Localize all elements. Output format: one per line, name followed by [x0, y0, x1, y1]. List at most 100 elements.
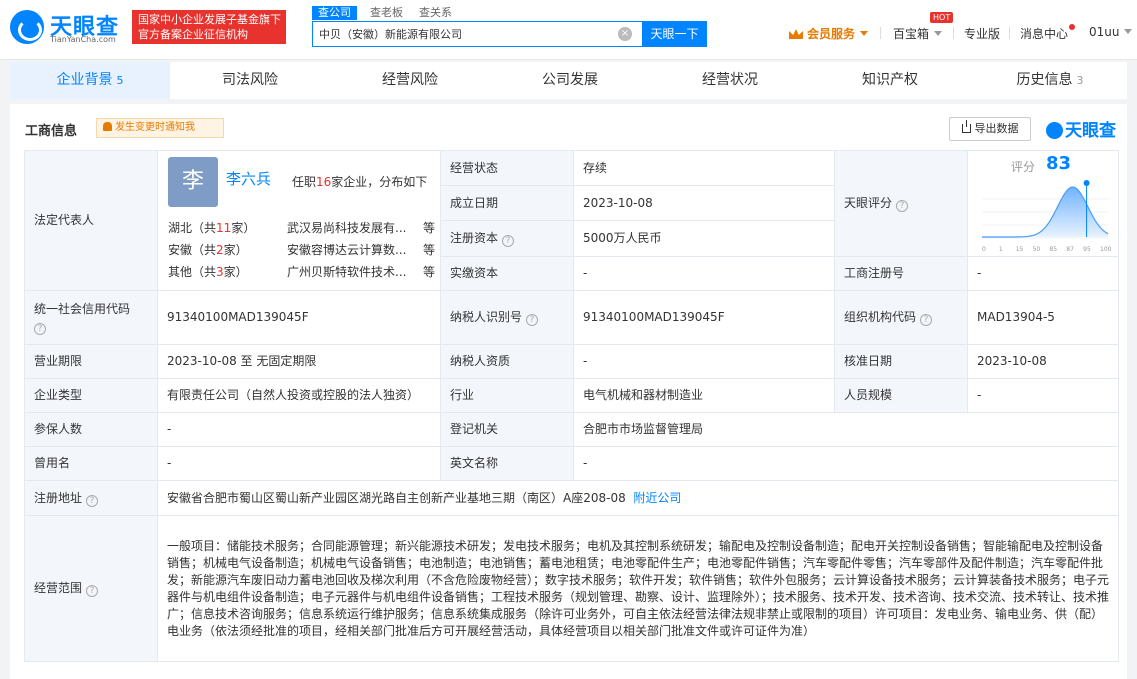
tab-background[interactable]: 企业背景 5: [10, 62, 170, 99]
table-row: 注册地址? 安徽省合肥市蜀山区蜀山新产业园区湖光路自主创新产业基地三期（南区）A…: [24, 480, 1119, 516]
region-company-link[interactable]: 广州贝斯特软件技术...: [287, 264, 412, 281]
notify-change-button[interactable]: 发生变更时通知我: [96, 118, 224, 138]
tab-legal-risk[interactable]: 司法风险: [170, 62, 330, 99]
region-count: 3: [216, 265, 224, 279]
section-title: 工商信息: [25, 124, 78, 139]
legal-rep-summary: 任职16家企业，分布如下: [292, 174, 427, 191]
tab-business-risk[interactable]: 经营风险: [330, 62, 490, 99]
vip-service-menu[interactable]: 会员服务: [789, 25, 869, 42]
tab-label: 历史信息: [1016, 72, 1073, 88]
address-value: 安徽省合肥市蜀山区蜀山新产业园区湖光路自主创新产业基地三期（南区）A座208-0…: [167, 490, 626, 505]
help-icon[interactable]: ?: [86, 494, 99, 507]
top-header: 天眼查 TianYanCha.com 国家中小企业发展子基金旗下 官方备案企业征…: [0, 0, 1137, 60]
authority-label-cell: 登记机关: [440, 412, 574, 447]
region-row: 湖北（共11家）: [168, 220, 255, 237]
tab-label: 经营风险: [382, 72, 438, 88]
status-label: 经营状态: [450, 160, 499, 175]
business-info-panel: 工商信息 发生变更时通知我 导出数据 天眼查 法定代表人 李 李六兵 任职16家…: [10, 104, 1127, 679]
status-cell: 存续: [573, 150, 835, 186]
tianyancha-logo[interactable]: 天眼查 TianYanCha.com: [10, 8, 126, 48]
score-label: 天眼评分: [844, 196, 893, 210]
score-distribution-chart: [982, 180, 1109, 239]
logo-eye-icon: [1046, 122, 1063, 139]
summary-count: 16: [316, 175, 332, 189]
type-value: 有限责任公司（自然人投资或控股的法人独资）: [167, 388, 420, 402]
org-code-cell: MAD13904-5: [967, 290, 1119, 345]
table-row: 统一社会信用代码? 91340100MAD139045F 纳税人识别号? 913…: [24, 290, 1119, 345]
address-label-cell: 注册地址?: [24, 480, 158, 516]
score-tick-label: 100: [1100, 246, 1112, 253]
established-value: 2023-10-08: [583, 195, 653, 210]
search-tab-relation[interactable]: 查关系: [419, 6, 452, 20]
tab-ip[interactable]: 知识产权: [810, 62, 970, 99]
staff-label: 人员规模: [844, 388, 893, 402]
region-row: 安徽（共2家）: [168, 242, 248, 259]
user-menu[interactable]: 01uu: [1089, 25, 1133, 39]
reg-no-label-cell: 工商注册号: [834, 256, 968, 291]
summary-prefix: 任职: [292, 175, 317, 189]
toolbox-menu[interactable]: 百宝箱: [893, 25, 943, 42]
banner-line-2: 官方备案企业征信机构: [138, 28, 248, 41]
score-tick-label: 0: [982, 246, 986, 253]
notify-label: 发生变更时通知我: [115, 122, 195, 133]
legal-rep-cell: 李 李六兵 任职16家企业，分布如下 湖北（共11家） 武汉易尚科技发展有...…: [157, 150, 441, 291]
search-input[interactable]: [313, 22, 613, 46]
reg-no-label: 工商注册号: [844, 266, 905, 280]
search-tab-company[interactable]: 查公司: [312, 6, 357, 20]
summary-suffix: 家企业，分布如下: [331, 175, 428, 189]
help-icon[interactable]: ?: [86, 585, 99, 597]
region-count: 11: [216, 221, 232, 235]
paid-capital-label: 实缴资本: [450, 266, 499, 280]
credit-code-label: 统一社会信用代码: [34, 301, 131, 316]
table-row: 曾用名 - 英文名称 -: [24, 446, 1119, 481]
brand-watermark: 天眼查: [1046, 116, 1116, 141]
region-more[interactable]: 等: [423, 220, 435, 237]
region-more[interactable]: 等: [423, 242, 435, 259]
region-company-link[interactable]: 武汉易尚科技发展有...: [287, 220, 412, 237]
clear-icon[interactable]: ×: [618, 27, 632, 41]
english-name-cell: -: [573, 446, 1119, 481]
score-tick-label: 85: [1049, 246, 1058, 253]
company-tabs: 企业背景 5 司法风险 经营风险 公司发展 经营状况 知识产权 历史信息 3: [10, 62, 1127, 99]
org-code-label: 组织机构代码: [844, 310, 917, 324]
export-button[interactable]: 导出数据: [949, 117, 1031, 141]
help-icon[interactable]: ?: [502, 235, 515, 247]
scope-value: 一般项目：储能技术服务；合同能源管理；新兴能源技术研发；发电技术服务；电机及其控…: [167, 538, 1110, 638]
help-icon[interactable]: ?: [920, 314, 933, 326]
official-banner[interactable]: 国家中小企业发展子基金旗下 官方备案企业征信机构: [132, 10, 286, 44]
region-company-link[interactable]: 安徽容博达云计算数...: [287, 242, 412, 259]
english-name-label: 英文名称: [450, 456, 499, 470]
taxpayer-qual-label-cell: 纳税人资质: [440, 344, 574, 379]
help-icon[interactable]: ?: [896, 200, 909, 212]
hot-badge: HOT: [930, 12, 954, 23]
region-pre: （共: [192, 265, 217, 279]
tab-operations[interactable]: 经营状况: [650, 62, 810, 99]
tab-history[interactable]: 历史信息 3: [970, 62, 1130, 99]
table-row: 参保人数 - 登记机关 合肥市市场监督管理局: [24, 412, 1119, 447]
legal-rep-name[interactable]: 李六兵: [226, 171, 271, 188]
search-button[interactable]: 天眼一下: [642, 21, 707, 47]
org-code-value[interactable]: MAD13904-5: [977, 310, 1055, 324]
tab-label: 知识产权: [862, 72, 918, 88]
help-icon[interactable]: ?: [34, 322, 46, 335]
search-tab-boss[interactable]: 查老板: [370, 6, 403, 20]
tab-development[interactable]: 公司发展: [490, 62, 650, 99]
message-center-link[interactable]: 消息中心: [1020, 25, 1068, 42]
credit-code-value[interactable]: 91340100MAD139045F: [167, 310, 309, 324]
nearby-companies-link[interactable]: 附近公司: [633, 491, 681, 505]
taxpayer-id-value[interactable]: 91340100MAD139045F: [583, 310, 725, 324]
industry-label: 行业: [450, 388, 475, 402]
crown-icon: [789, 29, 803, 39]
staff-label-cell: 人员规模: [834, 378, 968, 413]
help-icon[interactable]: ?: [526, 314, 539, 326]
vip-label: 会员服务: [807, 27, 856, 41]
approval-value: 2023-10-08: [977, 354, 1047, 368]
avatar[interactable]: 李: [168, 157, 218, 207]
pro-version-link[interactable]: 专业版: [964, 25, 1000, 42]
region-name: 湖北: [168, 221, 193, 235]
chevron-down-icon: [1124, 29, 1133, 34]
region-more[interactable]: 等: [423, 264, 435, 281]
staff-cell: -: [967, 378, 1119, 413]
industry-value: 电气机械和器材制造业: [583, 388, 704, 402]
score-cell: 评分 83 0 1 15 50 85 87 95 100: [967, 150, 1119, 257]
